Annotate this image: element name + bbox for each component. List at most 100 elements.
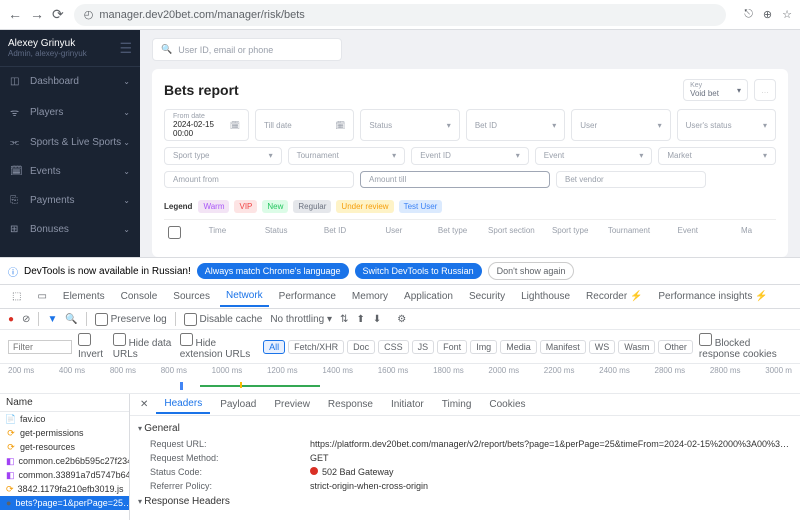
table-col[interactable]: User <box>364 226 423 241</box>
reload-icon[interactable]: ⟳ <box>52 6 64 23</box>
type-filter-JS[interactable]: JS <box>412 340 435 354</box>
forward-icon[interactable]: → <box>30 6 44 23</box>
back-icon[interactable]: ← <box>8 6 22 23</box>
bet-vendor-input[interactable]: Bet vendor <box>556 171 706 188</box>
amount-till-input[interactable]: Amount till <box>360 171 550 188</box>
detail-tab-Preview[interactable]: Preview <box>266 396 318 413</box>
from-date-input[interactable]: From date2024-02-15 00:00 🗓 <box>164 109 249 141</box>
menu-icon[interactable]: ☰ <box>119 40 132 57</box>
filter-Status[interactable]: Status▾ <box>360 109 459 141</box>
name-column-header[interactable]: Name <box>0 394 129 412</box>
void-select[interactable]: KeyVoid bet ▾ <box>683 79 748 101</box>
close-detail-icon[interactable]: ✕ <box>134 399 154 410</box>
devtools-tab-Memory[interactable]: Memory <box>346 287 394 306</box>
invert-checkbox[interactable]: Invert <box>78 333 107 360</box>
sidebar-item-1[interactable]: ᯤPlayers⌄ <box>0 96 140 128</box>
type-filter-Img[interactable]: Img <box>470 340 497 354</box>
type-filter-Font[interactable]: Font <box>437 340 467 354</box>
detail-tab-Cookies[interactable]: Cookies <box>481 396 533 413</box>
select-all-checkbox[interactable] <box>168 226 181 239</box>
filter-input[interactable] <box>8 340 72 354</box>
table-col[interactable]: Bet type <box>423 226 482 241</box>
detail-tab-Headers[interactable]: Headers <box>156 395 210 414</box>
detail-tab-Initiator[interactable]: Initiator <box>383 396 432 413</box>
devtools-tab-Console[interactable]: Console <box>115 287 164 306</box>
request-item[interactable]: ◧common.33891a7d5747b64… <box>0 468 129 482</box>
action-button[interactable]: … <box>754 79 776 101</box>
record-icon[interactable]: ● <box>8 314 14 325</box>
site-info-icon[interactable]: ◴ <box>84 8 94 21</box>
type-filter-Wasm[interactable]: Wasm <box>618 340 655 354</box>
blocked-cookies-checkbox[interactable]: Blocked response cookies <box>699 333 792 360</box>
filter-Event[interactable]: Event▾ <box>535 147 653 164</box>
network-timeline[interactable]: 200 ms400 ms800 ms800 ms1000 ms1200 ms14… <box>0 364 800 394</box>
switch-russian-button[interactable]: Switch DevTools to Russian <box>355 263 482 279</box>
request-item[interactable]: ⟳get-resources <box>0 440 129 454</box>
table-col[interactable]: Ma <box>717 226 776 241</box>
devtools-tab-Lighthouse[interactable]: Lighthouse <box>515 287 576 306</box>
hide-data-checkbox[interactable]: Hide data URLs <box>113 333 174 360</box>
filter-Sport type[interactable]: Sport type▾ <box>164 147 282 164</box>
type-filter-Other[interactable]: Other <box>658 340 693 354</box>
sidebar-item-0[interactable]: ◫Dashboard⌄ <box>0 67 140 96</box>
type-filter-All[interactable]: All <box>263 340 285 354</box>
devtools-tab-Network[interactable]: Network <box>220 286 269 307</box>
disable-cache-checkbox[interactable]: Disable cache <box>184 313 263 326</box>
devtools-tab-Elements[interactable]: Elements <box>57 287 111 306</box>
general-section[interactable]: General <box>138 420 792 437</box>
sidebar-item-3[interactable]: 🗓Events⌄ <box>0 157 140 186</box>
search-input[interactable]: 🔍 User ID, email or phone <box>152 38 342 61</box>
type-filter-Fetch/XHR[interactable]: Fetch/XHR <box>288 340 344 354</box>
type-filter-Media[interactable]: Media <box>500 340 537 354</box>
hide-ext-checkbox[interactable]: Hide extension URLs <box>180 333 257 360</box>
amount-from-input[interactable]: Amount from <box>164 171 354 188</box>
filter-Event ID[interactable]: Event ID▾ <box>411 147 529 164</box>
response-headers-section[interactable]: Response Headers <box>138 493 792 510</box>
device-icon[interactable]: ▭ <box>31 287 52 306</box>
preserve-log-checkbox[interactable]: Preserve log <box>95 313 167 326</box>
devtools-tab-Sources[interactable]: Sources <box>167 287 216 306</box>
table-col[interactable]: Event <box>658 226 717 241</box>
sidebar-item-2[interactable]: ⫘Sports & Live Sports⌄ <box>0 128 140 157</box>
request-item[interactable]: ◧common.ce2b6b595c27f234… <box>0 454 129 468</box>
request-item[interactable]: ●bets?page=1&perPage=25… <box>0 496 129 510</box>
devtools-tab-Recorder ⚡[interactable]: Recorder ⚡ <box>580 287 648 306</box>
type-filter-WS[interactable]: WS <box>589 340 616 354</box>
table-col[interactable]: Sport type <box>541 226 600 241</box>
table-col[interactable]: Bet ID <box>306 226 365 241</box>
translate-icon[interactable]: ⎋ <box>744 8 753 21</box>
type-filter-Manifest[interactable]: Manifest <box>540 340 586 354</box>
table-col[interactable]: Sport section <box>482 226 541 241</box>
devtools-tab-Performance insights ⚡[interactable]: Performance insights ⚡ <box>652 287 773 306</box>
request-item[interactable]: ⟳3842.1179fa210efb3019.js <box>0 482 129 496</box>
devtools-tab-Security[interactable]: Security <box>463 287 511 306</box>
table-col[interactable]: Tournament <box>600 226 659 241</box>
clear-icon[interactable]: ⊘ <box>22 314 30 325</box>
sidebar-item-4[interactable]: ⎘Payments⌄ <box>0 186 140 215</box>
type-filter-Doc[interactable]: Doc <box>347 340 375 354</box>
detail-tab-Payload[interactable]: Payload <box>212 396 264 413</box>
detail-tab-Timing[interactable]: Timing <box>434 396 480 413</box>
search-network-icon[interactable]: 🔍 <box>65 314 77 325</box>
address-bar[interactable]: ◴ manager.dev20bet.com/manager/risk/bets <box>74 4 726 26</box>
request-item[interactable]: 📄fav.ico <box>0 412 129 426</box>
filter-Bet ID[interactable]: Bet ID▾ <box>466 109 565 141</box>
filter-Tournament[interactable]: Tournament▾ <box>288 147 406 164</box>
settings-icon[interactable]: ⚙ <box>397 314 406 325</box>
wifi-icon[interactable]: ⇅ <box>340 314 348 325</box>
devtools-tab-Application[interactable]: Application <box>398 287 459 306</box>
type-filter-CSS[interactable]: CSS <box>378 340 409 354</box>
dont-show-button[interactable]: Don't show again <box>488 262 575 280</box>
filter-Till date[interactable]: Till date🗓 <box>255 109 354 141</box>
inspect-icon[interactable]: ⬚ <box>6 287 27 306</box>
match-language-button[interactable]: Always match Chrome's language <box>197 263 349 279</box>
throttle-select[interactable]: No throttling ▾ <box>270 314 332 325</box>
zoom-icon[interactable]: ⊕ <box>763 8 772 21</box>
table-col[interactable]: Status <box>247 226 306 241</box>
detail-tab-Response[interactable]: Response <box>320 396 381 413</box>
upload-icon[interactable]: ⬆ <box>356 314 364 325</box>
bookmark-icon[interactable]: ☆ <box>782 8 792 21</box>
sidebar-item-5[interactable]: ⊞Bonuses⌄ <box>0 215 140 244</box>
devtools-tab-Performance[interactable]: Performance <box>273 287 342 306</box>
filter-User[interactable]: User▾ <box>571 109 670 141</box>
